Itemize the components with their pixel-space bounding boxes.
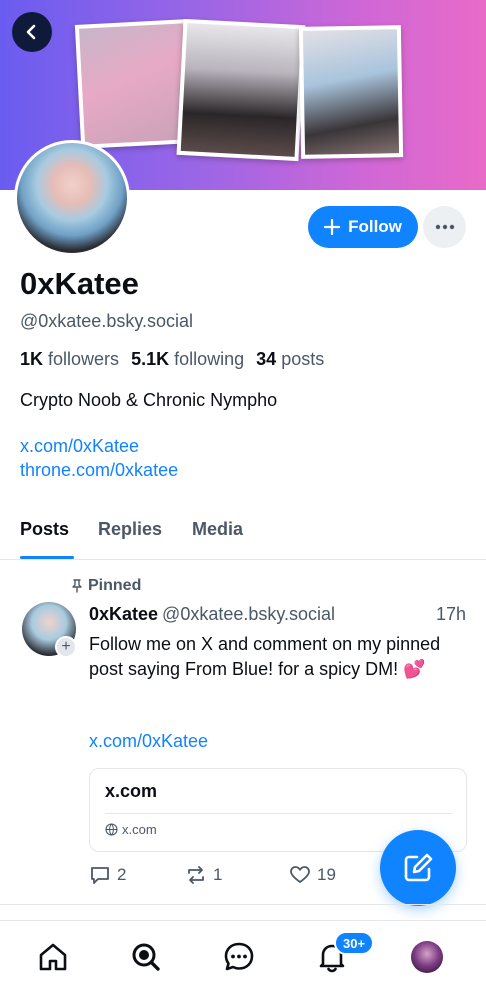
repost-icon — [188, 866, 204, 884]
nav-home[interactable] — [33, 937, 73, 977]
follow-button[interactable]: Follow — [308, 206, 418, 248]
banner-photo — [298, 25, 404, 159]
comment-icon — [91, 867, 109, 884]
nav-search[interactable] — [126, 937, 166, 977]
compose-icon — [404, 853, 433, 882]
following-stat[interactable]: 5.1K following — [131, 349, 244, 370]
like-button[interactable]: 19 — [289, 864, 389, 886]
pinned-indicator: Pinned — [70, 577, 141, 595]
display-name: 0xKatee — [20, 266, 139, 301]
post-divider — [0, 904, 486, 905]
banner-photo — [176, 18, 306, 162]
more-options-button[interactable] — [423, 206, 466, 248]
post-author-name[interactable]: 0xKatee — [89, 604, 158, 624]
pin-icon — [72, 579, 82, 593]
followers-stat[interactable]: 1K followers — [20, 349, 119, 370]
post-actions: 2 1 19 — [89, 864, 389, 886]
repost-count: 1 — [213, 865, 223, 884]
posts-stat: 34 posts — [256, 349, 325, 369]
chevron-left-icon — [26, 24, 36, 40]
banner-photo — [74, 19, 194, 149]
post-timestamp[interactable]: 17h — [436, 604, 466, 625]
post-author-handle[interactable]: @0xkatee.bsky.social — [162, 604, 335, 624]
profile-stats: 1K followers 5.1K following 34 posts — [20, 349, 324, 370]
nav-chat[interactable] — [219, 937, 259, 977]
like-count: 19 — [317, 865, 336, 884]
search-icon — [132, 943, 160, 971]
follow-author-button[interactable]: + — [55, 636, 77, 658]
profile-tabs: Posts Replies Media — [0, 510, 486, 560]
heart-icon — [290, 866, 310, 883]
plus-icon — [324, 219, 341, 235]
profile-bio: Crypto Noob & Chronic Nympho — [20, 390, 278, 410]
chat-icon — [224, 942, 254, 971]
profile-handle: @0xkatee.bsky.social — [20, 311, 194, 331]
notifications-badge: 30+ — [334, 931, 375, 955]
post-link[interactable]: x.com/0xKatee — [89, 731, 208, 752]
nav-profile[interactable] — [407, 937, 447, 977]
profile-link[interactable]: throne.com/0xkatee — [20, 460, 178, 481]
tab-media[interactable]: Media — [192, 519, 243, 540]
post-text: Follow me on X and comment on my pinned … — [89, 634, 441, 679]
compose-button[interactable] — [380, 830, 456, 906]
profile-link[interactable]: x.com/0xKatee — [20, 436, 139, 457]
tab-replies[interactable]: Replies — [98, 519, 162, 540]
home-icon — [39, 943, 67, 971]
pinned-label: Pinned — [88, 577, 142, 594]
card-title: x.com — [105, 781, 158, 801]
profile-avatar-small — [411, 941, 443, 973]
back-button[interactable] — [12, 12, 52, 52]
card-domain: x.com — [105, 822, 157, 837]
tab-posts[interactable]: Posts — [20, 519, 69, 540]
reply-button[interactable]: 2 — [89, 864, 185, 886]
profile-avatar[interactable] — [14, 140, 130, 256]
bottom-nav — [0, 920, 486, 1000]
repost-button[interactable]: 1 — [185, 864, 289, 886]
post-header: 0xKatee @0xkatee.bsky.social — [89, 604, 335, 625]
active-tab-indicator — [20, 556, 74, 559]
follow-label: Follow — [348, 217, 402, 236]
globe-icon — [105, 823, 118, 836]
ellipsis-icon — [435, 224, 454, 230]
card-divider — [105, 813, 452, 814]
reply-count: 2 — [117, 865, 127, 884]
